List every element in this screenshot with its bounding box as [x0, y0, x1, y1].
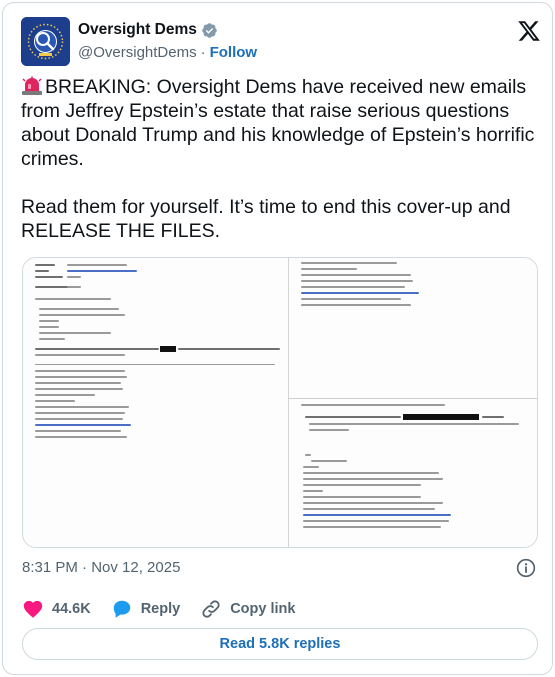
avatar[interactable] [21, 17, 70, 66]
info-icon[interactable] [516, 558, 536, 578]
tweet-header: Oversight Dems @OversightDems · Follow [21, 17, 541, 67]
like-button[interactable]: 44.6K [22, 598, 91, 620]
reply-button[interactable]: Reply [111, 598, 181, 620]
tweet-timestamp[interactable]: 8:31 PM · Nov 12, 2025 [22, 559, 180, 576]
tweet-actions: 44.6K Reply Copy link [22, 597, 315, 621]
link-icon [202, 600, 220, 618]
x-logo-icon[interactable] [517, 19, 541, 43]
follow-button[interactable]: Follow [210, 44, 258, 61]
heart-icon [23, 600, 43, 618]
rotating-light-icon [22, 76, 42, 95]
read-replies-button[interactable]: Read 5.8K replies [22, 628, 538, 660]
name-row: Oversight Dems [78, 21, 218, 39]
email-document-right [289, 258, 537, 547]
email-document-left [23, 258, 289, 547]
tweet-media-image[interactable] [22, 257, 538, 548]
handle-separator: · [200, 44, 206, 61]
copy-link-button[interactable]: Copy link [200, 598, 295, 620]
reply-bubble-icon [113, 600, 130, 618]
display-name[interactable]: Oversight Dems [78, 21, 197, 39]
like-count: 44.6K [52, 601, 91, 617]
tweet-paragraph-2: Read them for yourself. It’s time to end… [21, 196, 511, 242]
oversight-seal-logo-icon [21, 17, 70, 66]
tweet-card: Oversight Dems @OversightDems · Follow B… [2, 2, 553, 675]
tweet-text: BREAKING: Oversight Dems have received n… [21, 75, 541, 243]
reply-label: Reply [140, 601, 181, 617]
handle[interactable]: @OversightDems [78, 44, 197, 61]
copy-link-label: Copy link [230, 601, 296, 617]
tweet-paragraph-1: BREAKING: Oversight Dems have received n… [21, 76, 535, 170]
verified-badge-icon [202, 22, 217, 38]
handle-row: @OversightDems · Follow [78, 44, 257, 61]
